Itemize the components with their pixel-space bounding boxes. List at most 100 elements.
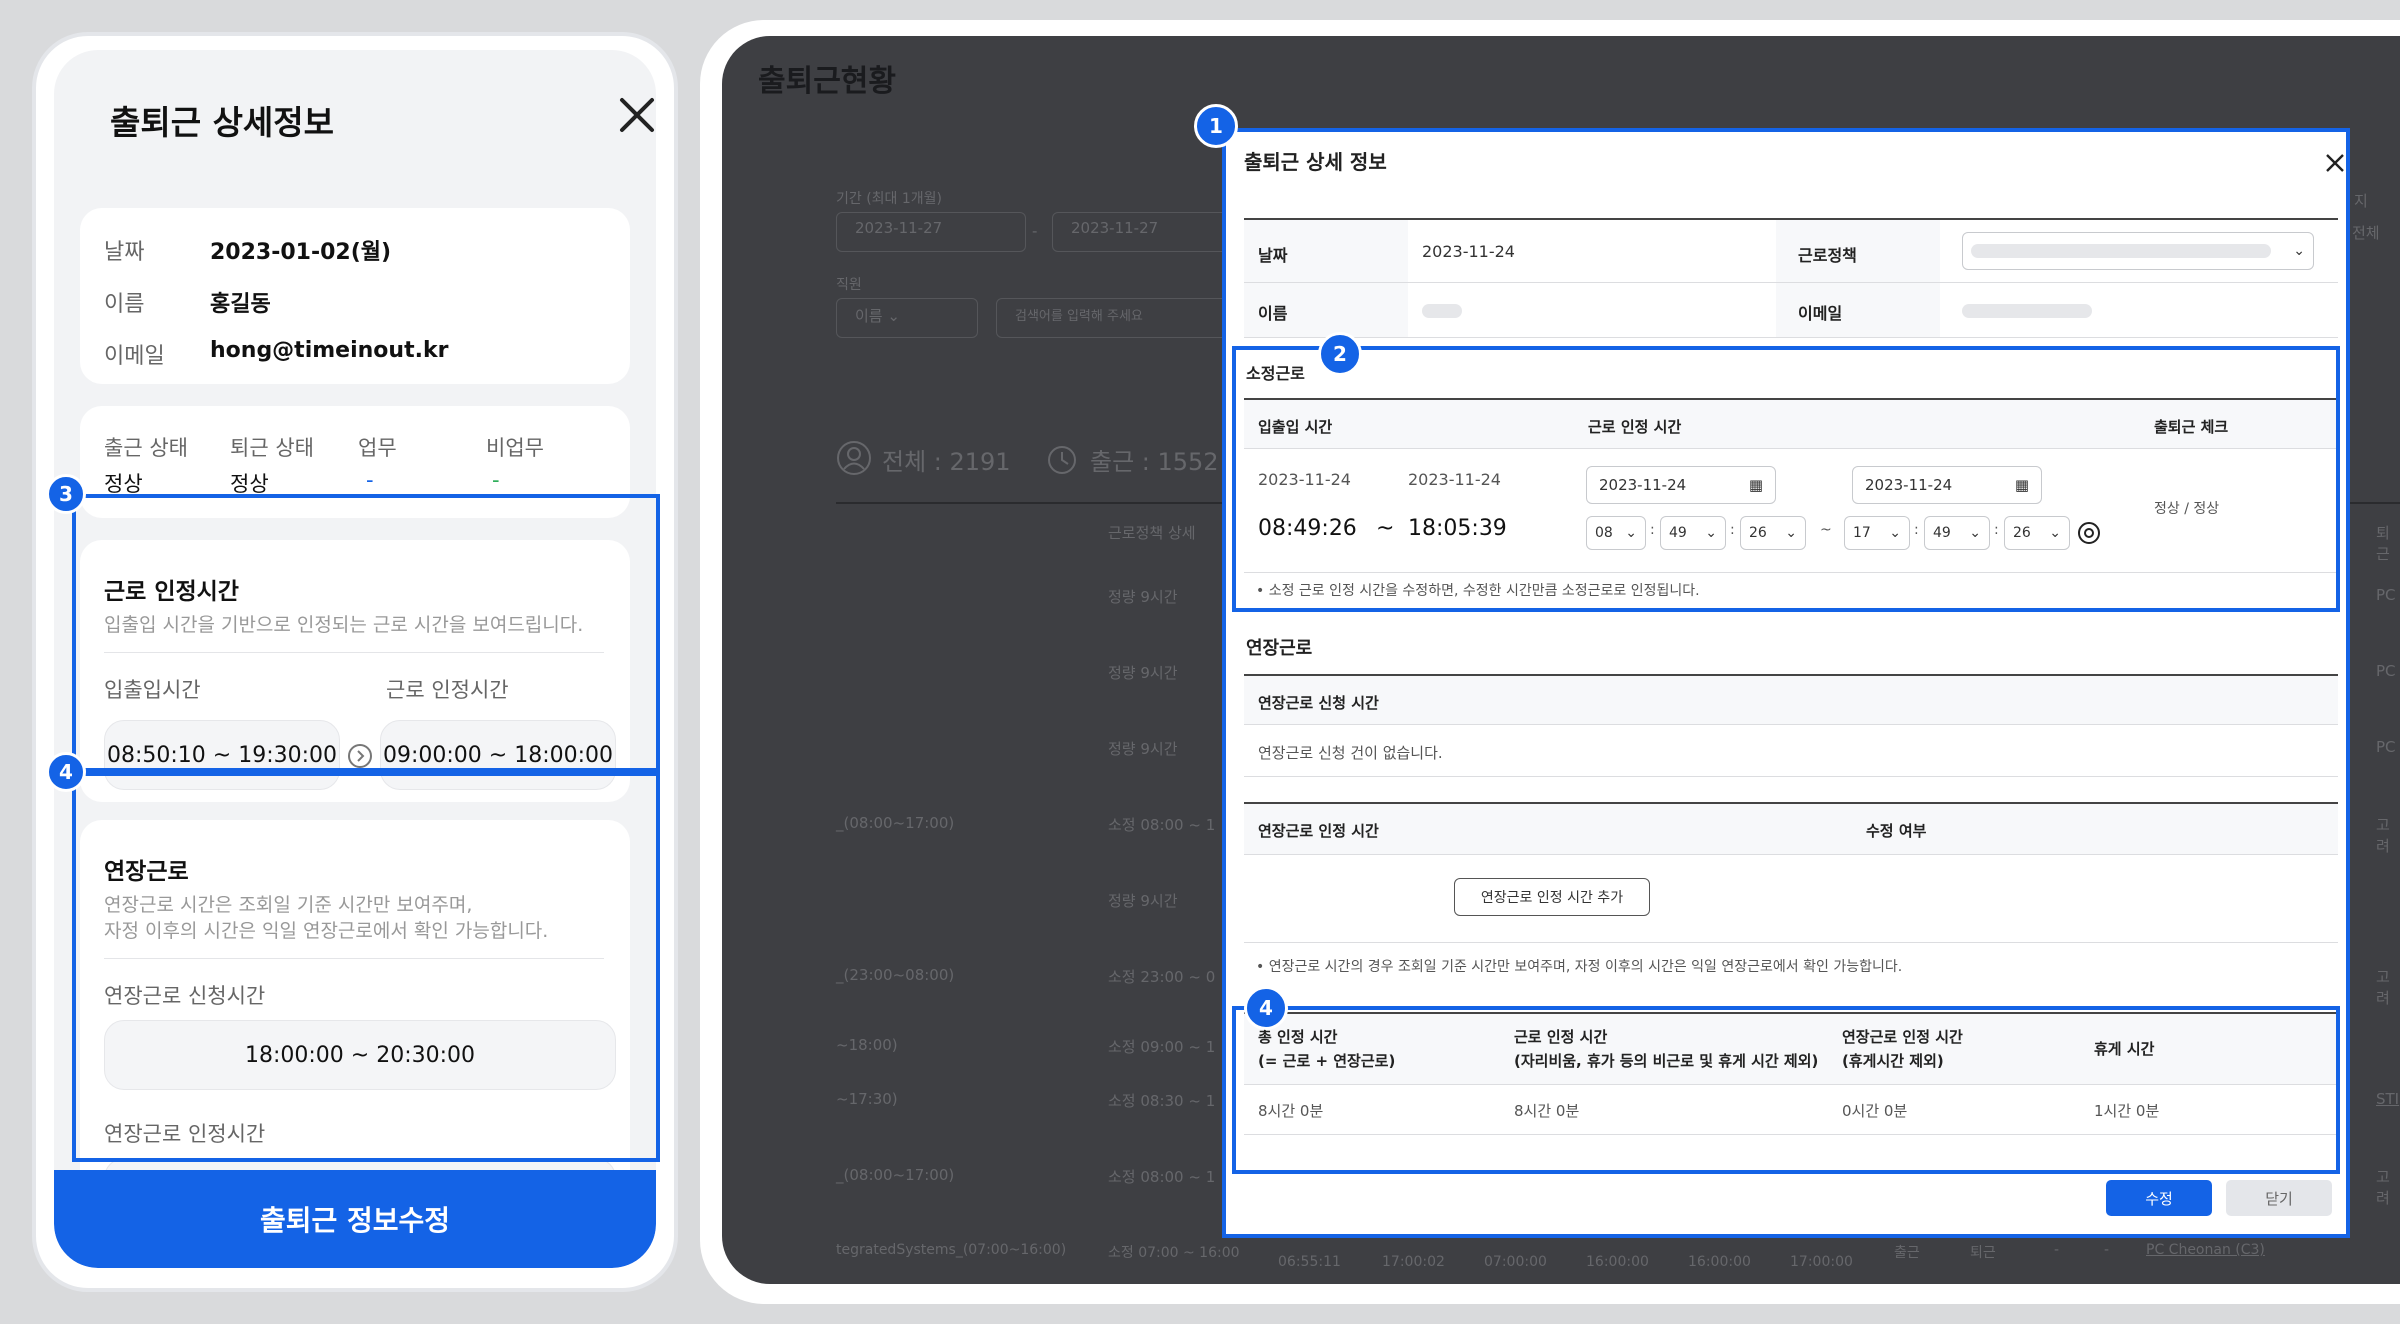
col-inout: 입출입 시간	[1258, 418, 1333, 436]
colon: :	[1650, 522, 1655, 538]
edit-attendance-button[interactable]: 출퇴근 정보수정	[54, 1170, 656, 1268]
bottom-row-dash-2: -	[2104, 1242, 2110, 1258]
close-icon[interactable]	[2324, 152, 2346, 174]
mobile-sheet: 출퇴근 상세정보 날짜 2023-01-02(월) 이름 홍길동 이메일 hon…	[54, 50, 656, 1268]
bottom-row-location[interactable]: PC Cheonan (C3)	[2146, 1242, 2265, 1258]
summary-work-value: 8시간 0분	[1514, 1102, 1580, 1120]
bottom-row-in: 06:55:11	[1278, 1254, 1341, 1270]
row-6-policy: _(23:00~08:00)	[836, 966, 955, 984]
bottom-row-out: 17:00:02	[1382, 1254, 1445, 1270]
row-9-extra: 고려	[2376, 1168, 2390, 1207]
policy-label: 근로정책	[1798, 246, 1857, 265]
filter-right-label-1: 지	[2354, 192, 2368, 210]
email-value: hong@timeinout.kr	[210, 338, 449, 363]
date-to-input[interactable]: 2023-11-27	[1052, 212, 1242, 252]
calendar-icon: ▦	[1748, 476, 1763, 494]
edit-flag-header: 수정 여부	[1866, 822, 1927, 840]
save-button[interactable]: 수정	[2106, 1180, 2212, 1216]
col-work: 근로 인정 시간	[1588, 418, 1682, 436]
attendance-detail-modal: 출퇴근 상세 정보 날짜 2023-11-24 근로정책 ⌄ 이름 이메일 소정…	[1222, 128, 2350, 1238]
row-7-detail: 소정 09:00 ~ 1	[1108, 1038, 1216, 1056]
mobile-title: 출퇴근 상세정보	[110, 103, 335, 142]
end-minute-select[interactable]: 49 ⌄	[1924, 516, 1990, 550]
bottom-row-checkin: 출근	[1894, 1245, 1920, 1261]
staff-select[interactable]: 이름 ⌄	[836, 298, 978, 338]
badge-3: 3	[46, 474, 86, 514]
row-3-extra: PC	[2376, 738, 2396, 756]
total-count: 전체 : 2191	[882, 448, 1011, 476]
close-button[interactable]: 닫기	[2226, 1180, 2332, 1216]
row-9-policy: _(08:00~17:00)	[836, 1166, 955, 1184]
row-8-detail: 소정 08:30 ~ 1	[1108, 1092, 1216, 1110]
end-date-value: 2023-11-24	[1865, 476, 1953, 494]
bottom-row-dash-1: -	[2054, 1242, 2060, 1258]
name-value: 홍길동	[210, 292, 271, 317]
start-hour-select[interactable]: 08 ⌄	[1586, 516, 1646, 550]
date-from-input[interactable]: 2023-11-27	[836, 212, 1026, 252]
close-icon[interactable]	[614, 92, 656, 138]
period-label: 기간 (최대 1개월)	[836, 191, 943, 207]
checkout-status-value: 정상	[230, 472, 269, 496]
start-date-input[interactable]: 2023-11-24 ▦	[1586, 466, 1776, 504]
add-overtime-button[interactable]: 연장근로 인정 시간 추가	[1454, 878, 1650, 916]
summary-work-sub: (자리비움, 휴가 등의 비근로 및 휴게 시간 제외)	[1514, 1052, 1819, 1070]
end-minute-value: 49	[1933, 525, 1951, 541]
overtime-title: 연장근로	[1246, 638, 1313, 659]
in-time: 08:49:26	[1258, 516, 1357, 541]
badge-2: 2	[1318, 332, 1362, 376]
blurred-policy	[1971, 244, 2271, 258]
regular-title: 소정근로	[1246, 364, 1305, 383]
bottom-row-rec-start: 16:00:00	[1688, 1254, 1751, 1270]
divider	[1244, 942, 2338, 943]
overtime-card: 연장근로 연장근로 시간은 조회일 기준 시간만 보여주며, 자정 이후의 시간…	[80, 820, 630, 1228]
col-check: 출퇴근 체크	[2154, 418, 2229, 436]
end-date-input[interactable]: 2023-11-24 ▦	[1852, 466, 2042, 504]
search-input[interactable]: 검색어를 입력해 주세요	[996, 298, 1246, 338]
reset-time-icon[interactable]	[2076, 520, 2102, 546]
header-policy: 근로정책 상세	[1108, 524, 1196, 542]
work-time-desc: 입출입 시간을 기반으로 인정되는 근로 시간을 보여드립니다.	[104, 614, 584, 636]
inout-range: 08:50:10 ~ 19:30:00	[104, 720, 340, 790]
start-second-select[interactable]: 26 ⌄	[1740, 516, 1806, 550]
summary-break-value: 1시간 0분	[2094, 1102, 2160, 1120]
nonwork-label: 비업무	[486, 436, 544, 460]
name-label: 이름	[1258, 304, 1288, 323]
overtime-desc-2: 자정 이후의 시간은 익일 연장근로에서 확인 가능합니다.	[104, 920, 549, 942]
colon: :	[1914, 522, 1919, 538]
info-card: 날짜 2023-01-02(월) 이름 홍길동 이메일 hong@timeino…	[80, 208, 630, 384]
page-title: 출퇴근현황	[758, 64, 896, 99]
date-label: 날짜	[1258, 246, 1288, 265]
date-separator: -	[1032, 222, 1038, 240]
divider	[1244, 776, 2338, 777]
user-icon	[837, 441, 871, 475]
modal-title: 출퇴근 상세 정보	[1244, 150, 1387, 174]
row-8-extra: STI	[2376, 1090, 2400, 1108]
checkin-status-value: 정상	[104, 472, 143, 496]
inout-label: 입출입시간	[104, 678, 201, 702]
overtime-request-value: 18:00:00 ~ 20:30:00	[104, 1020, 616, 1090]
header-checkout: 퇴근	[2376, 524, 2390, 563]
start-minute-select[interactable]: 49 ⌄	[1660, 516, 1726, 550]
colon: :	[1994, 522, 1999, 538]
overtime-req-header-bg	[1244, 676, 2338, 724]
in-date: 2023-11-24	[1258, 470, 1351, 489]
nonwork-value: -	[492, 468, 500, 492]
end-hour-value: 17	[1853, 525, 1871, 541]
date-value: 2023-11-24	[1422, 242, 1515, 261]
time-tilde: ~	[1376, 516, 1395, 541]
overtime-desc-1: 연장근로 시간은 조회일 기준 시간만 보여주며,	[104, 894, 473, 916]
end-second-select[interactable]: 26 ⌄	[2004, 516, 2070, 550]
row-6-extra: 고려	[2376, 968, 2390, 1007]
divider	[104, 958, 604, 959]
out-date: 2023-11-24	[1408, 470, 1501, 489]
row-3-detail: 정량 9시간	[1108, 740, 1178, 758]
blurred-name	[1422, 304, 1462, 318]
work-label: 업무	[358, 436, 397, 460]
filter-right-label-2: 전체	[2352, 224, 2380, 242]
row-4-policy: _(08:00~17:00)	[836, 814, 955, 832]
row-5-detail: 정량 9시간	[1108, 892, 1178, 910]
policy-select[interactable]: ⌄	[1962, 232, 2314, 270]
badge-4-desktop: 4	[1244, 986, 1288, 1030]
calendar-icon: ▦	[2014, 476, 2029, 494]
end-hour-select[interactable]: 17 ⌄	[1844, 516, 1910, 550]
